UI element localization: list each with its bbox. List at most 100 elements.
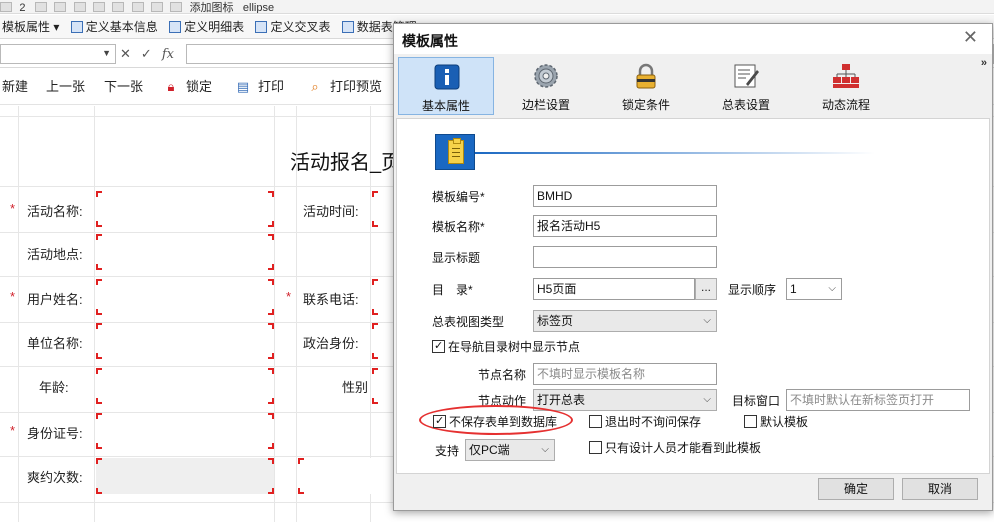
exit-no-ask-label: 退出时不询问保存 bbox=[605, 415, 702, 429]
designer-only-label: 只有设计人员才能看到此模板 bbox=[605, 441, 762, 455]
fx-icon[interactable]: fx bbox=[162, 47, 174, 62]
grid-line bbox=[94, 106, 95, 522]
template-props-button[interactable]: 模板属性 ▾ bbox=[2, 15, 59, 38]
cancel-formula-icon[interactable]: ✕ bbox=[120, 46, 131, 61]
toolbar-icon[interactable] bbox=[150, 2, 163, 12]
support-label: 支持 bbox=[435, 444, 460, 458]
dialog-titlebar: 模板属性 ✕ bbox=[394, 24, 992, 54]
toolbar-item[interactable]: 2 bbox=[19, 2, 25, 13]
field-cell[interactable] bbox=[96, 368, 274, 404]
print-preview-label: 打印预览 bbox=[330, 79, 383, 94]
exit-no-ask-checkbox[interactable]: 退出时不询问保存 bbox=[589, 415, 701, 431]
define-cross-button[interactable]: 定义交叉表 bbox=[255, 15, 330, 38]
field-cell[interactable] bbox=[298, 458, 392, 494]
field-cell[interactable] bbox=[372, 191, 392, 227]
template-code-input[interactable]: BMHD bbox=[533, 185, 717, 207]
field-cell[interactable] bbox=[372, 323, 392, 359]
ok-button[interactable]: 确定 bbox=[818, 478, 894, 500]
field-cell[interactable] bbox=[96, 279, 274, 315]
view-type-value: 标签页 bbox=[537, 314, 574, 328]
template-name-label: 模板名称* bbox=[432, 220, 485, 234]
tab-label: 锁定条件 bbox=[621, 98, 670, 112]
toolbar-item[interactable]: 添加图标 bbox=[190, 2, 234, 13]
clipboard-icon bbox=[435, 134, 475, 170]
tab-basic[interactable]: 基本属性 bbox=[398, 57, 494, 115]
show-node-label: 在导航目录树中显示节点 bbox=[448, 340, 581, 354]
field-label: 年龄: bbox=[39, 380, 69, 395]
lock-button[interactable]: 🔒︎ 锁定 bbox=[162, 78, 212, 96]
define-detail-button[interactable]: 定义明细表 bbox=[169, 15, 244, 38]
field-cell[interactable] bbox=[96, 458, 274, 494]
field-cell[interactable] bbox=[372, 368, 392, 404]
lock-label: 锁定 bbox=[186, 79, 213, 94]
designer-only-checkbox[interactable]: 只有设计人员才能看到此模板 bbox=[589, 441, 761, 457]
tab-workflow[interactable]: 动态流程 bbox=[798, 57, 894, 115]
next-button[interactable]: 下一张 bbox=[104, 78, 143, 96]
field-label: 身份证号: bbox=[27, 426, 83, 441]
toolbar-icon[interactable] bbox=[170, 2, 183, 12]
tab-summary[interactable]: 总表设置 bbox=[698, 57, 794, 115]
name-box[interactable]: ▼ bbox=[0, 44, 116, 64]
print-preview-button[interactable]: ⌕ 打印预览 bbox=[306, 78, 382, 96]
grid-line bbox=[274, 106, 275, 522]
display-title-input[interactable] bbox=[533, 246, 717, 268]
field-cell[interactable] bbox=[96, 323, 274, 359]
toolbar-item[interactable]: ellipse bbox=[243, 2, 274, 13]
browse-directory-button[interactable]: ... bbox=[695, 278, 717, 300]
field-label: 单位名称: bbox=[27, 336, 83, 351]
support-select[interactable]: 仅PC端 ⌵ bbox=[465, 439, 555, 461]
cancel-button[interactable]: 取消 bbox=[902, 478, 978, 500]
field-cell[interactable] bbox=[96, 191, 274, 227]
checkbox-checked-icon bbox=[433, 414, 446, 428]
toolbar-icon[interactable] bbox=[34, 2, 47, 12]
field-cell[interactable] bbox=[372, 279, 392, 315]
tab-label: 动态流程 bbox=[821, 98, 870, 112]
directory-input[interactable]: H5页面 bbox=[533, 278, 695, 300]
confirm-formula-icon[interactable]: ✓ bbox=[141, 46, 152, 61]
prev-button[interactable]: 上一张 bbox=[46, 78, 85, 96]
template-code-label: 模板编号* bbox=[432, 190, 485, 204]
close-icon[interactable]: ✕ bbox=[963, 27, 978, 48]
tabs-overflow-icon[interactable]: » bbox=[981, 57, 987, 69]
define-basic-label: 定义基本信息 bbox=[85, 20, 158, 34]
node-action-select[interactable]: 打开总表 ⌵ bbox=[533, 389, 717, 411]
node-action-value: 打开总表 bbox=[537, 393, 586, 407]
print-button[interactable]: ▤ 打印 bbox=[234, 78, 284, 96]
formula-actions: ✕ ✓ fx bbox=[120, 44, 184, 64]
template-name-input[interactable]: 报名活动H5 bbox=[533, 215, 717, 237]
new-button[interactable]: 新建 bbox=[2, 78, 28, 96]
default-template-checkbox[interactable]: 默认模板 bbox=[744, 415, 808, 431]
define-basic-button[interactable]: 定义基本信息 bbox=[70, 15, 158, 38]
default-template-label: 默认模板 bbox=[760, 415, 809, 429]
template-props-label: 模板属性 bbox=[2, 20, 51, 34]
tab-lock-conditions[interactable]: 锁定条件 bbox=[598, 57, 694, 115]
field-cell[interactable] bbox=[96, 413, 274, 449]
target-window-input[interactable]: 不填时默认在新标签页打开 bbox=[786, 389, 970, 411]
edit-document-icon bbox=[734, 64, 759, 88]
tab-label: 总表设置 bbox=[721, 98, 770, 112]
display-order-select[interactable]: 1 ⌵ bbox=[786, 278, 842, 300]
field-label: 性别 bbox=[342, 380, 369, 395]
sheet-title: 活动报名_页 bbox=[290, 152, 402, 174]
field-label: 用户姓名: bbox=[27, 292, 83, 307]
display-title-label: 显示标题 bbox=[432, 251, 481, 265]
checkbox-empty-icon bbox=[589, 441, 602, 454]
display-order-value: 1 bbox=[790, 282, 797, 296]
basic-properties-panel: 模板编号* BMHD 模板名称* 报名活动H5 显示标题 目 录* H5页面 .… bbox=[396, 118, 990, 474]
toolbar-icon[interactable] bbox=[54, 2, 67, 12]
tab-sidebar[interactable]: 边栏设置 bbox=[498, 57, 594, 115]
toolbar-icon[interactable] bbox=[73, 2, 86, 12]
field-cell[interactable] bbox=[96, 234, 274, 270]
toolbar-icon[interactable] bbox=[0, 2, 12, 12]
show-node-checkbox[interactable]: 在导航目录树中显示节点 bbox=[432, 339, 581, 356]
dialog-tabs: 基本属性 边栏设置 锁定条件 总表设置 动态流程 » bbox=[396, 55, 991, 118]
toolbar-icon[interactable] bbox=[112, 2, 125, 12]
table-icon bbox=[70, 21, 83, 33]
toolbar-icon[interactable] bbox=[92, 2, 105, 12]
no-save-checkbox[interactable]: 不保存表单到数据库 bbox=[433, 414, 557, 431]
node-name-input[interactable]: 不填时显示模板名称 bbox=[533, 363, 717, 385]
tab-label: 边栏设置 bbox=[521, 98, 570, 112]
toolbar-icon[interactable] bbox=[131, 2, 144, 12]
chevron-down-icon: ▼ bbox=[102, 48, 111, 58]
view-type-select[interactable]: 标签页 ⌵ bbox=[533, 310, 717, 332]
